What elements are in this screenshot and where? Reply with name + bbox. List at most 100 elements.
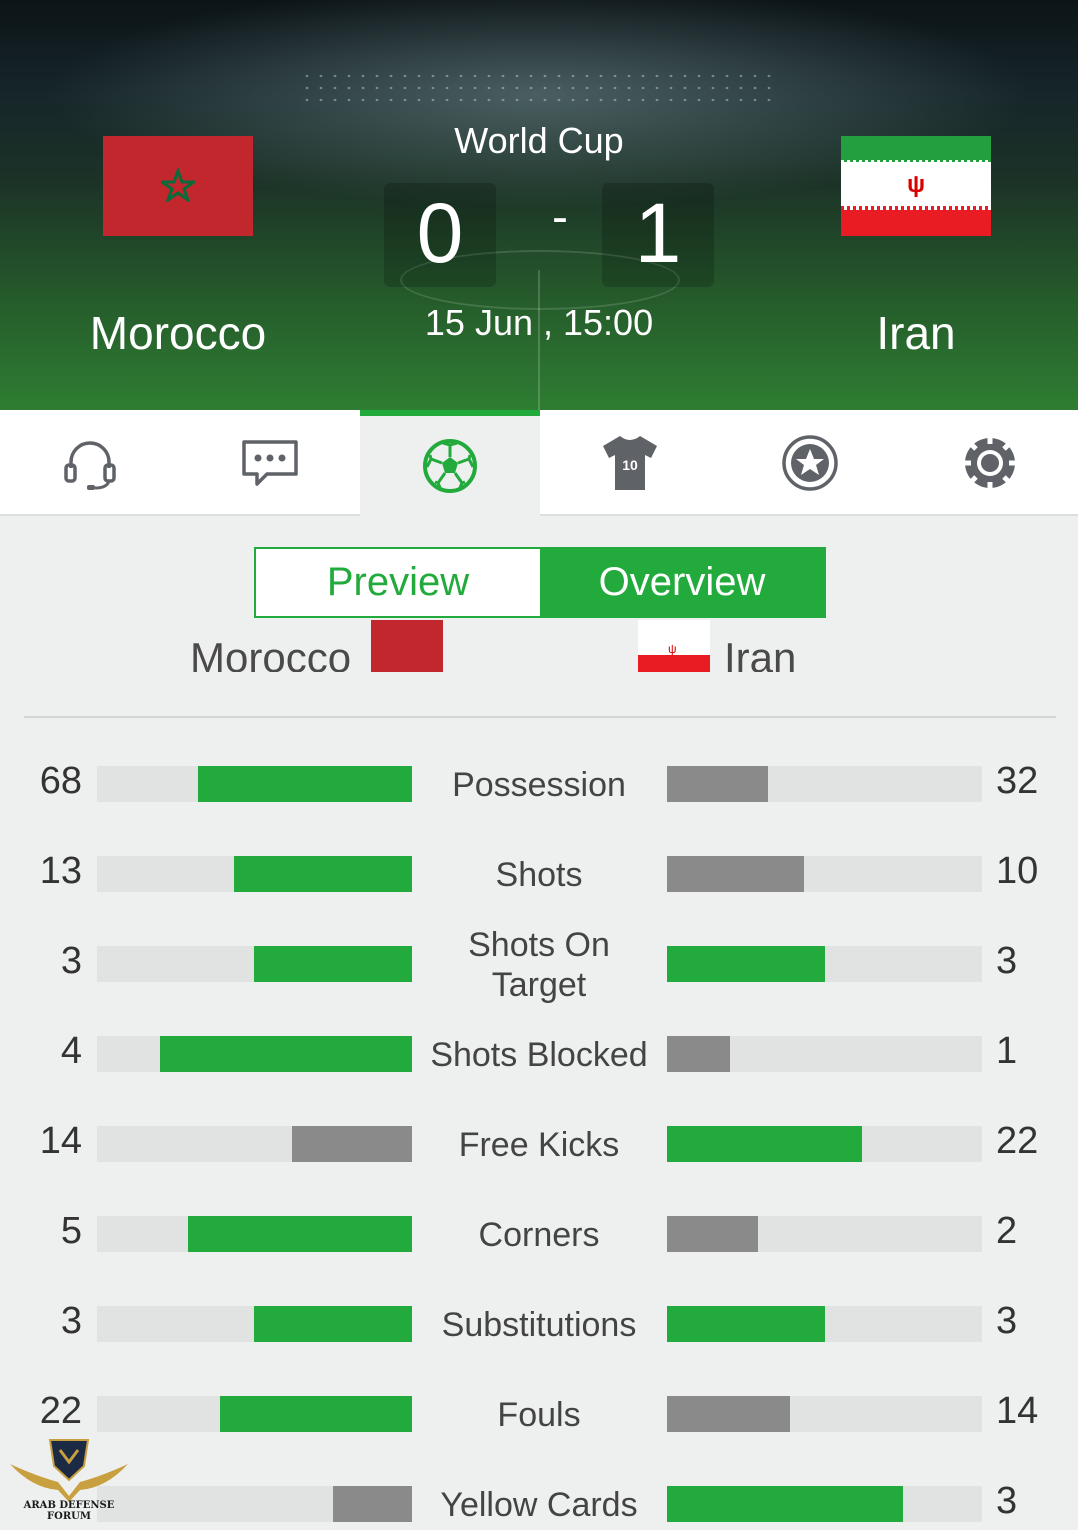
stat-row: 13 Shots 10	[0, 832, 1078, 922]
home-stat-bar	[97, 1486, 412, 1522]
morocco-flag-icon	[103, 136, 253, 236]
stat-row: 22 Fouls 14	[0, 1372, 1078, 1462]
stadium-lights	[300, 70, 780, 110]
away-stat-value: 1	[996, 1030, 1018, 1072]
home-stat-bar	[97, 856, 412, 892]
stat-row: 4 Shots Blocked 1	[0, 1012, 1078, 1102]
away-stat-value: 32	[996, 760, 1039, 802]
away-stat-bar-fill	[667, 766, 768, 802]
away-score: 1	[634, 186, 682, 280]
home-stat-value: 14	[39, 1120, 82, 1162]
home-stat-value: 3	[60, 1300, 82, 1342]
home-stat-bar-fill	[198, 766, 412, 802]
home-stat-bar	[97, 1306, 412, 1342]
watermark-text: ARAB DEFENSE FORUM	[23, 1500, 115, 1522]
home-stat-bar-fill	[188, 1216, 412, 1252]
away-stat-bar	[667, 1486, 982, 1522]
away-stat-bar	[667, 1216, 982, 1252]
away-stat-bar	[667, 1396, 982, 1432]
home-stat-value: 22	[39, 1390, 82, 1432]
away-stat-bar	[667, 1126, 982, 1162]
away-stat-bar-fill	[667, 856, 804, 892]
home-stat-value: 3	[60, 940, 82, 982]
overview-button[interactable]: Overview	[540, 549, 824, 616]
tab-highlights[interactable]	[720, 410, 900, 516]
forum-watermark: ARAB DEFENSE FORUM	[6, 1436, 132, 1528]
tab-settings[interactable]	[900, 410, 1078, 516]
home-stat-bar-fill	[254, 946, 412, 982]
home-stat-bar-fill	[234, 856, 412, 892]
stat-label: Substitutions	[441, 1306, 637, 1344]
match-header: ψ World Cup 0 - 1 15 Jun , 15:00 Morocco…	[0, 0, 1078, 410]
home-stat-bar-fill	[254, 1306, 412, 1342]
tab-commentary[interactable]	[0, 410, 180, 516]
preview-button[interactable]: Preview	[256, 549, 540, 616]
home-stat-bar	[97, 766, 412, 802]
stat-label: Corners	[478, 1216, 600, 1254]
stat-row: Yellow Cards 3	[0, 1462, 1078, 1530]
away-stat-bar	[667, 946, 982, 982]
stat-label: Shots On Target	[468, 926, 610, 1004]
stat-label: Shots	[495, 856, 583, 894]
away-stat-bar-fill	[667, 1216, 758, 1252]
stats-home-team-label: Morocco	[190, 634, 352, 672]
stat-row: 68 Possession 32	[0, 742, 1078, 832]
match-tabs: 10	[0, 410, 1078, 516]
away-stat-value: 3	[996, 940, 1018, 982]
iran-flag-icon: ψ	[638, 620, 710, 672]
morocco-flag-icon	[371, 620, 443, 672]
away-stat-value: 2	[996, 1210, 1018, 1252]
stat-label: Free Kicks	[458, 1126, 620, 1164]
star-badge-icon	[782, 435, 838, 491]
stat-label: Fouls	[497, 1396, 581, 1434]
home-stat-bar-fill	[160, 1036, 412, 1072]
stat-label: Shots Blocked	[430, 1036, 648, 1074]
home-stat-bar-fill	[333, 1486, 412, 1522]
score-separator: -	[552, 191, 568, 244]
home-stat-bar	[97, 1216, 412, 1252]
away-stat-bar-fill	[667, 1486, 903, 1522]
jersey-icon: 10	[603, 436, 657, 490]
away-stat-bar-fill	[667, 1036, 730, 1072]
tab-match-stats[interactable]	[360, 410, 540, 516]
competition-title: World Cup	[454, 120, 624, 161]
home-score: 0	[416, 186, 464, 280]
home-stat-value: 13	[39, 850, 82, 892]
away-stat-value: 22	[996, 1120, 1039, 1162]
match-datetime: 15 Jun , 15:00	[424, 302, 654, 343]
away-stat-bar-fill	[667, 1126, 862, 1162]
home-team-name: Morocco	[89, 307, 267, 359]
headset-icon	[64, 441, 116, 490]
tab-lineups[interactable]: 10	[540, 410, 720, 516]
away-stat-bar	[667, 856, 982, 892]
away-stat-bar	[667, 766, 982, 802]
stat-row: 5 Corners 2	[0, 1192, 1078, 1282]
home-stat-value: 68	[39, 760, 82, 802]
home-stat-value: 5	[60, 1210, 82, 1252]
stat-label: Possession	[452, 766, 626, 804]
home-stat-value: 4	[60, 1030, 82, 1072]
away-stat-value: 14	[996, 1390, 1039, 1432]
stats-away-team-label: Iran	[724, 634, 797, 672]
stat-label: Yellow Cards	[440, 1486, 638, 1524]
home-stat-bar	[97, 946, 412, 982]
away-stat-bar	[667, 1306, 982, 1342]
home-stat-bar	[97, 1036, 412, 1072]
soccer-ball-icon	[423, 439, 477, 493]
home-stat-bar	[97, 1396, 412, 1432]
eagle-shield-logo	[10, 1439, 128, 1502]
away-team-name: Iran	[876, 307, 956, 359]
away-stat-value: 10	[996, 850, 1039, 892]
away-stat-bar-fill	[667, 1396, 790, 1432]
home-stat-bar-fill	[292, 1126, 412, 1162]
stat-row: 14 Free Kicks 22	[0, 1102, 1078, 1192]
away-stat-bar-fill	[667, 1306, 825, 1342]
stat-row: 3 Substitutions 3	[0, 1282, 1078, 1372]
away-stat-value: 3	[996, 1300, 1018, 1342]
stat-row: 3 Shots On Target 3	[0, 922, 1078, 1012]
stats-teams-header: Morocco ψ Iran	[0, 620, 1078, 672]
chat-bubble-icon	[242, 440, 298, 486]
away-stat-bar-fill	[667, 946, 825, 982]
tab-chat[interactable]	[180, 410, 360, 516]
divider	[24, 716, 1056, 718]
